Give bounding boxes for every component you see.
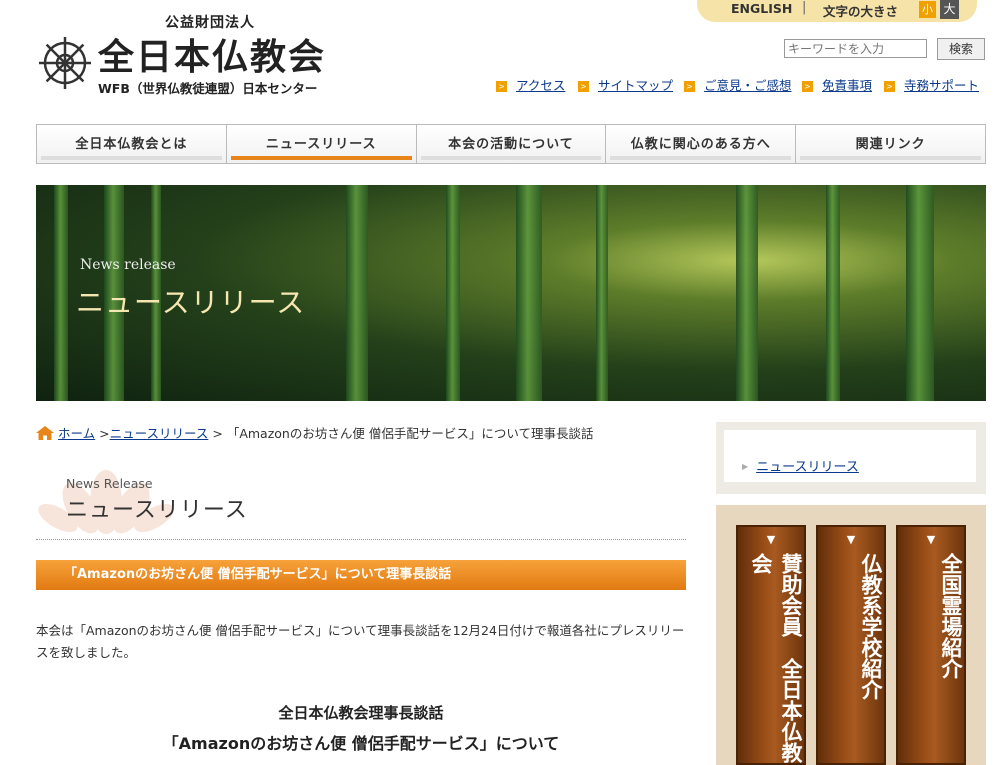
util-link-access[interactable]: > アクセス [496,75,565,94]
arrow-icon: > [802,81,813,92]
statement-heading: 全日本仏教会理事長談話 [278,704,444,722]
section-divider [36,539,686,540]
nav-underline [610,156,792,160]
separator: | [802,0,807,15]
article-title: 「Amazonのお坊さん便 僧侶手配サービス」について理事長談話 [36,560,686,590]
english-link[interactable]: ENGLISH [731,1,792,16]
triangle-icon: ▶ [742,462,749,471]
banner-buddhist-schools[interactable]: ▼ 仏教系学校紹介 [816,525,886,765]
arrow-icon: > [496,81,507,92]
font-size-small-button[interactable]: 小 [919,1,936,18]
sidebar-submenu: ▶ ニュースリリース [716,422,986,494]
banner-sacred-sites[interactable]: ▼ 全国霊場紹介 [896,525,966,765]
down-arrow-icon: ▼ [766,533,776,546]
global-nav: 全日本仏教会とは ニュースリリース 本会の活動について 仏教に関心のある方へ 関… [36,124,986,164]
util-link-sitemap[interactable]: > サイトマップ [578,75,673,94]
nav-item-links[interactable]: 関連リンク [796,125,985,163]
util-link-feedback[interactable]: > ご意見・ご感想 [684,75,792,94]
home-icon [36,426,54,440]
breadcrumb-sep: > [99,426,110,441]
util-link-temple-support[interactable]: > 寺務サポート [884,75,979,94]
dharma-wheel-logo-icon[interactable] [36,34,94,92]
breadcrumb-sep: > [212,426,223,441]
top-utility-tab: ENGLISH | 文字の大きさ 小 大 [697,0,977,22]
site-title[interactable]: 全日本仏教会 [98,28,326,80]
arrow-icon: > [884,81,895,92]
nav-item-about[interactable]: 全日本仏教会とは [37,125,227,163]
sidebar-banners: ▼ 賛助会員 全日本仏教会 ▼ 仏教系学校紹介 ▼ 全国霊場紹介 [716,505,986,765]
breadcrumb: ホーム >ニュースリリース > 「Amazonのお坊さん便 僧侶手配サービス」に… [36,423,593,442]
section-title-en: News Release [66,476,153,491]
site-subtitle: WFB（世界仏教徒連盟）日本センター [98,81,318,96]
nav-item-news[interactable]: ニュースリリース [227,125,417,163]
search-input[interactable] [784,39,927,58]
nav-underline [800,156,981,160]
down-arrow-icon: ▼ [926,533,936,546]
article-body: 本会は「Amazonのお坊さん便 僧侶手配サービス」について理事長談話を12月2… [36,623,685,660]
breadcrumb-news[interactable]: ニュースリリース [110,426,209,441]
nav-item-activities[interactable]: 本会の活動について [417,125,607,163]
sidebar-item-news[interactable]: ▶ ニュースリリース [742,456,859,475]
nav-underline-active [230,156,412,160]
nav-underline [420,156,602,160]
breadcrumb-home[interactable]: ホーム [58,426,95,441]
hero-label-en: News release [80,257,176,273]
font-size-label: 文字の大きさ [823,4,899,19]
hero-bamboo-image: News release ニュースリリース [36,185,986,401]
down-arrow-icon: ▼ [846,533,856,546]
breadcrumb-current: 「Amazonのお坊さん便 僧侶手配サービス」について理事長談話 [226,426,594,441]
font-size-large-button[interactable]: 大 [940,0,959,19]
section-title-jp: ニュースリリース [66,498,248,523]
arrow-icon: > [684,81,695,92]
statement-subheading: 「Amazonのお坊さん便 僧侶手配サービス」について [162,734,560,753]
hero-label-jp: ニュースリリース [76,286,306,319]
search-button[interactable]: 検索 [937,38,985,60]
nav-underline [41,156,222,160]
nav-item-interested[interactable]: 仏教に関心のある方へ [606,125,797,163]
util-link-disclaimer[interactable]: > 免責事項 [802,75,872,94]
arrow-icon: > [578,81,589,92]
banner-supporting-members[interactable]: ▼ 賛助会員 全日本仏教会 [736,525,806,765]
